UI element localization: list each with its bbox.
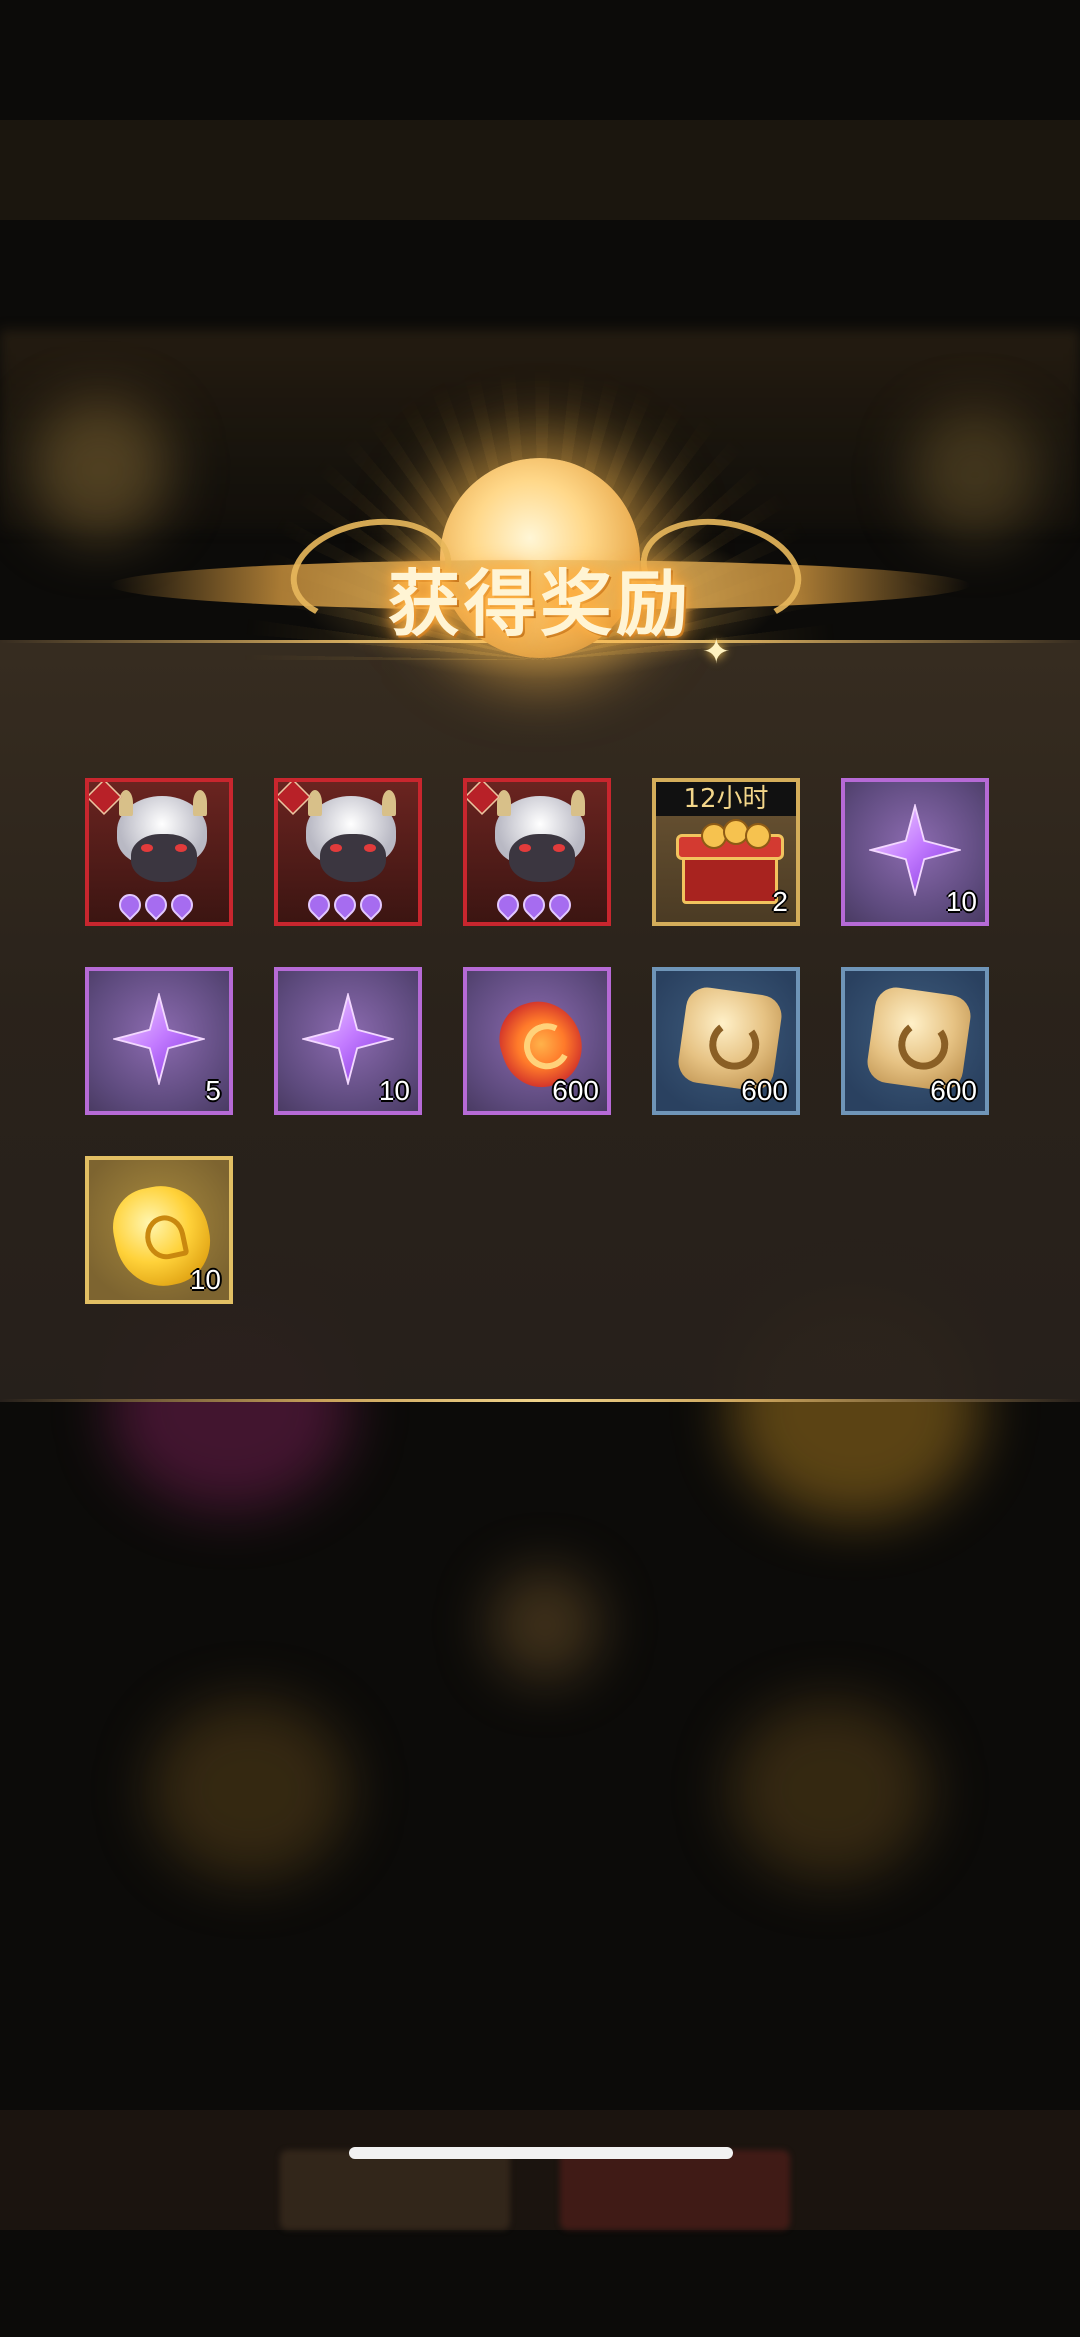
hero-eye — [364, 844, 376, 852]
background-title — [410, 230, 670, 310]
reward-item-dragon-coin[interactable]: 600 — [652, 967, 800, 1115]
hero-horn-icon — [308, 790, 322, 816]
hero-star-rating — [303, 889, 387, 921]
purple-flame-icon — [544, 889, 576, 921]
purple-flame-icon — [114, 889, 146, 921]
chest-lid — [676, 819, 784, 860]
purple-flame-icon — [303, 889, 335, 921]
hero-horn-icon — [119, 790, 133, 816]
hero-horn-icon — [571, 790, 585, 816]
hero-face — [509, 834, 575, 882]
hero-eye — [330, 844, 342, 852]
duration-label: 12小时 — [656, 782, 796, 816]
reward-item-star-gem[interactable]: 10 — [274, 967, 422, 1115]
reward-item-star-gem[interactable]: 5 — [85, 967, 233, 1115]
item-quantity: 600 — [930, 1075, 977, 1106]
hero-eye — [553, 844, 565, 852]
item-quantity: 10 — [378, 1075, 410, 1106]
purple-flame-icon — [355, 889, 387, 921]
hero-eye — [141, 844, 153, 852]
reward-title: 获得奖励 — [387, 561, 692, 646]
panel-bottom-border — [0, 1399, 1080, 1402]
hero-horn-icon — [382, 790, 396, 816]
faction-badge-icon — [467, 782, 501, 816]
reward-item-swirl-token[interactable]: 600 — [463, 967, 611, 1115]
item-quantity: 2 — [772, 886, 788, 917]
red-chest-icon — [676, 819, 784, 904]
hero-eye — [519, 844, 531, 852]
hero-face — [131, 834, 197, 882]
hero-horn-icon — [193, 790, 207, 816]
reward-item-dragon-coin[interactable]: 600 — [841, 967, 989, 1115]
purple-flame-icon — [140, 889, 172, 921]
coin-icon — [745, 823, 771, 849]
background-icon-left — [30, 400, 170, 540]
background-center-emblem — [490, 1570, 600, 1680]
reward-item-hero[interactable] — [463, 778, 611, 926]
reward-item-star-gem[interactable]: 10 — [841, 778, 989, 926]
item-quantity: 600 — [741, 1075, 788, 1106]
hero-face — [320, 834, 386, 882]
hero-star-rating — [492, 889, 576, 921]
item-quantity: 10 — [189, 1264, 221, 1295]
background-ornament-right — [730, 1700, 930, 1880]
sparkle-icon: ✦ — [702, 632, 731, 672]
faction-badge-icon — [278, 782, 312, 816]
background-bottom-bar — [0, 2110, 1080, 2230]
background-resource-bar — [0, 120, 1080, 220]
reward-item-hero[interactable] — [274, 778, 422, 926]
background-button-left — [280, 2150, 510, 2230]
reward-item-hero[interactable] — [85, 778, 233, 926]
reward-item-chest[interactable]: 12小时 2 — [652, 778, 800, 926]
item-quantity: 5 — [205, 1075, 221, 1106]
chest-body — [682, 856, 778, 904]
hero-star-rating — [114, 889, 198, 921]
purple-flame-icon — [166, 889, 198, 921]
item-quantity: 10 — [945, 886, 977, 917]
purple-star-icon — [302, 993, 394, 1085]
background-ornament-left — [150, 1700, 350, 1880]
purple-flame-icon — [329, 889, 361, 921]
purple-flame-icon — [518, 889, 550, 921]
purple-flame-icon — [492, 889, 524, 921]
faction-badge-icon — [89, 782, 123, 816]
hero-horn-icon — [497, 790, 511, 816]
purple-star-icon — [869, 804, 961, 896]
reward-item-gold-coin[interactable]: 10 — [85, 1156, 233, 1304]
item-quantity: 600 — [552, 1075, 599, 1106]
background-button-right — [560, 2150, 790, 2230]
hero-eye — [175, 844, 187, 852]
background-icon-right — [910, 410, 1040, 540]
home-indicator[interactable] — [349, 2147, 733, 2159]
purple-star-icon — [113, 993, 205, 1085]
